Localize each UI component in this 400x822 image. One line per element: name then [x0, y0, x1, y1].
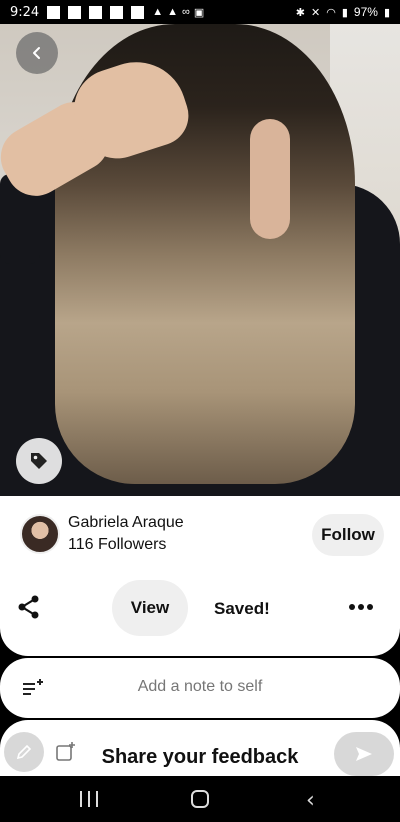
system-status: ✱ ✕ ◠ ▮ 97% ▮ [296, 5, 390, 19]
battery-icon: ▮ [383, 6, 390, 19]
signal-icon: ▮ [341, 6, 348, 19]
pin-image[interactable] [0, 24, 400, 496]
notification-icon [110, 5, 124, 19]
home-icon[interactable] [191, 790, 209, 808]
send-button[interactable] [334, 732, 394, 776]
tag-icon [31, 453, 47, 469]
back-icon[interactable]: ‹ [306, 788, 315, 813]
saved-label[interactable]: Saved! [214, 599, 270, 619]
system-nav-bar: ‹ [0, 776, 400, 822]
notification-icon [68, 5, 82, 19]
note-placeholder[interactable]: Add a note to self [0, 678, 400, 696]
bluetooth-icon: ✱ [295, 6, 306, 19]
notification-icon [131, 5, 145, 19]
visual-search-button[interactable] [16, 438, 62, 484]
follow-button[interactable]: Follow [312, 514, 384, 556]
bell-icon: ▲ [167, 6, 178, 18]
link-icon: ∞ [181, 6, 190, 18]
notification-icon [47, 5, 61, 19]
status-bar: 9:24 ▲ ▲ ∞ ▣ ✱ ✕ ◠ ▮ 97% ▮ [0, 0, 400, 24]
more-dot [367, 604, 373, 610]
back-button[interactable] [16, 32, 58, 74]
share-icon[interactable] [16, 594, 42, 620]
notification-icons: ▲ ▲ ∞ ▣ [47, 5, 205, 19]
creator-name[interactable]: Gabriela Araque [68, 514, 184, 532]
more-icon[interactable] [346, 595, 376, 619]
chevron-left-icon [33, 47, 40, 59]
pin-details-card: Gabriela Araque 116 Followers Follow Vie… [0, 496, 400, 656]
mute-icon: ✕ [311, 6, 321, 19]
notification-icon [89, 5, 103, 19]
avatar[interactable] [20, 514, 60, 554]
note-to-self-bar[interactable]: Add a note to self [0, 658, 400, 718]
recent-apps-icon[interactable] [80, 791, 98, 807]
follower-count: 116 Followers [68, 536, 167, 553]
send-icon [356, 747, 372, 761]
wifi-icon: ◠ [326, 6, 336, 19]
more-dot [349, 604, 355, 610]
feedback-bar: Share your feedback [0, 720, 400, 776]
face [250, 119, 290, 239]
bell-icon: ▲ [152, 6, 164, 18]
battery-percent: 97% [353, 5, 378, 19]
status-time: 9:24 [10, 4, 40, 20]
image-icon: ▣ [193, 6, 205, 19]
view-button[interactable]: View [112, 580, 188, 636]
more-dot [358, 604, 364, 610]
